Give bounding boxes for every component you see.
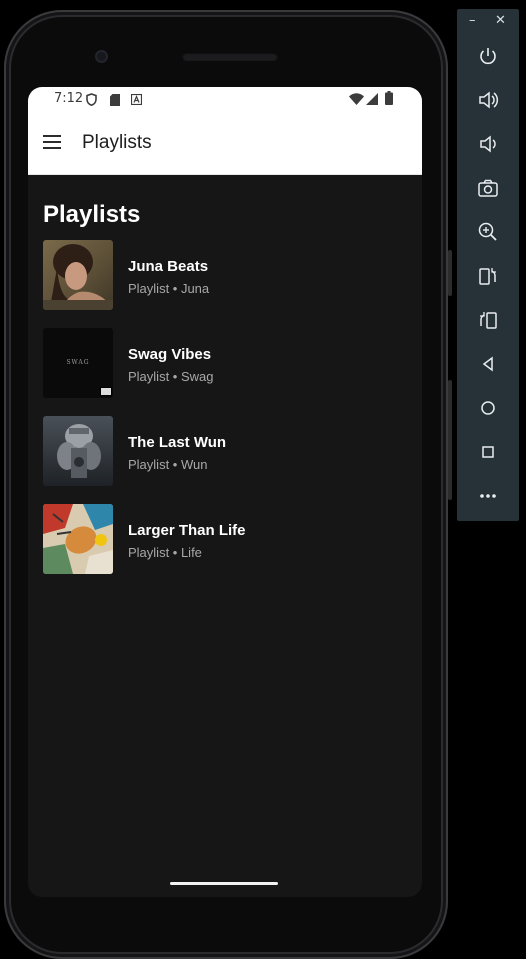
page-heading: Playlists [43, 201, 141, 228]
device-screen: 7:12 Playlists Playlists Juna Beats Play… [28, 87, 422, 897]
status-bar: 7:12 [28, 87, 422, 112]
shield-icon [86, 93, 97, 110]
rotate-left-icon[interactable] [473, 261, 503, 291]
playlist-subtitle: Playlist • Swag [128, 369, 214, 384]
zoom-icon[interactable] [473, 217, 503, 247]
playlist-subtitle: Playlist • Life [128, 545, 202, 560]
sd-card-icon [110, 94, 120, 110]
playlist-subtitle: Playlist • Juna [128, 281, 210, 296]
playlist-item[interactable]: SWAG Swag Vibes Playlist • Swag [43, 328, 413, 398]
gesture-home-indicator[interactable] [170, 882, 278, 885]
more-icon[interactable] [473, 481, 503, 511]
emulator-toolbar: – ✕ [457, 9, 519, 521]
black-swag-cover: SWAG [43, 328, 113, 398]
home-icon[interactable] [473, 393, 503, 423]
hamburger-menu-icon[interactable] [42, 132, 62, 152]
volume-up-icon[interactable] [473, 85, 503, 115]
playlist-item[interactable]: Juna Beats Playlist • Juna [43, 240, 413, 310]
playlist-item[interactable]: Larger Than Life Playlist • Life [43, 504, 413, 574]
notification-a-icon [130, 93, 143, 109]
app-bar: Playlists [28, 112, 422, 175]
rotate-right-icon[interactable] [473, 305, 503, 335]
volume-down-icon[interactable] [473, 129, 503, 159]
battery-icon [385, 91, 393, 109]
app-bar-title: Playlists [82, 132, 152, 153]
wifi-icon [349, 93, 364, 109]
power-icon[interactable] [473, 41, 503, 71]
playlist-title: Larger Than Life [128, 522, 246, 539]
playlist-subtitle: Playlist • Wun [128, 457, 208, 472]
colorful-collage-cover [43, 504, 113, 574]
parental-advisory-label [100, 387, 112, 396]
earpiece-speaker [182, 52, 278, 61]
playlist-list: Juna Beats Playlist • Juna SWAG Swag Vib… [43, 240, 413, 592]
cover-text: SWAG [66, 359, 90, 366]
status-time: 7:12 [54, 91, 84, 106]
playlist-title: Juna Beats [128, 258, 209, 275]
cellular-signal-icon [366, 93, 378, 109]
toolbar-window-controls: – ✕ [457, 9, 519, 35]
playlist-item[interactable]: The Last Wun Playlist • Wun [43, 416, 413, 486]
minimize-button[interactable]: – [469, 13, 476, 28]
close-button[interactable]: ✕ [495, 13, 506, 28]
overview-icon[interactable] [473, 437, 503, 467]
power-side-button [448, 250, 452, 296]
screenshot-camera-icon[interactable] [473, 173, 503, 203]
playlist-title: The Last Wun [128, 434, 227, 451]
dark-figure-cover [43, 416, 113, 486]
portrait-photo-cover [43, 240, 113, 310]
playlist-title: Swag Vibes [128, 346, 212, 363]
front-camera [95, 50, 108, 63]
volume-side-button [448, 380, 452, 500]
back-icon[interactable] [473, 349, 503, 379]
